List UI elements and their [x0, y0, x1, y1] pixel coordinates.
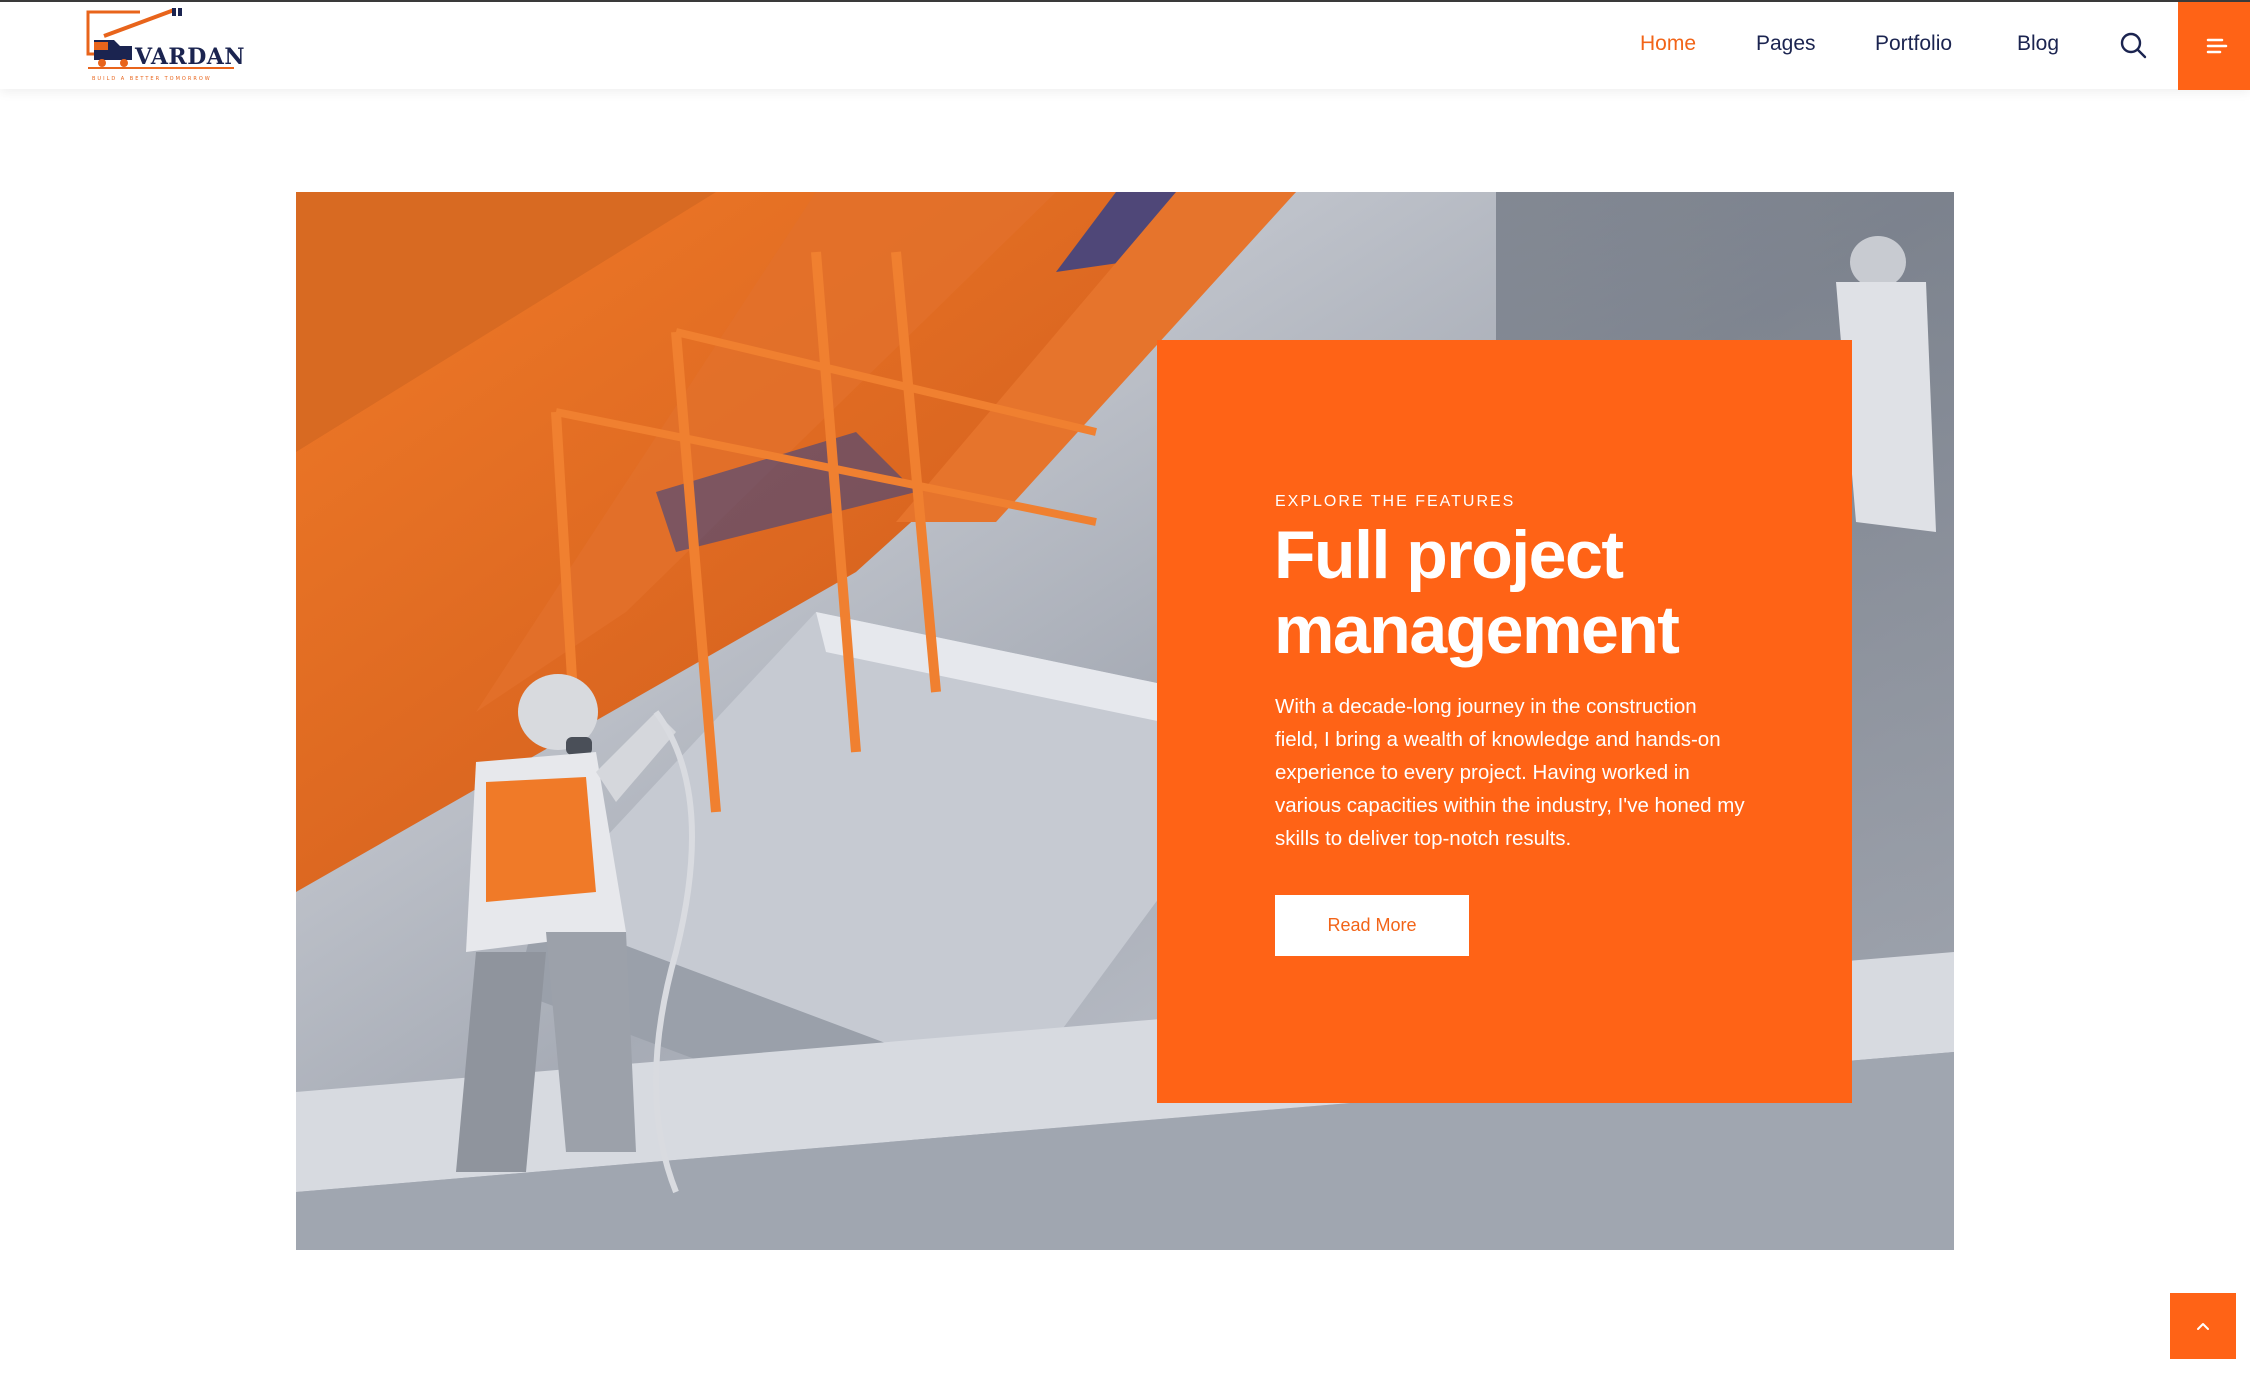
hamburger-menu-icon — [2206, 38, 2228, 54]
chevron-up-icon — [2197, 1323, 2209, 1330]
logo-wordmark: VARDAN — [135, 44, 245, 70]
feature-description: With a decade-long journey in the constr… — [1275, 695, 1745, 850]
nav-item-pages[interactable]: Pages — [1756, 32, 1816, 56]
logo-tagline: BUILD A BETTER TOMORROW — [92, 76, 212, 82]
search-icon — [2120, 32, 2147, 59]
site-header: VARDAN BUILD A BETTER TOMORROW Home Page… — [0, 0, 2250, 90]
search-button[interactable] — [2118, 30, 2148, 60]
feature-eyebrow: EXPLORE THE FEATURES — [1275, 493, 1516, 510]
vardan-logo[interactable]: VARDAN BUILD A BETTER TOMORROW — [84, 6, 244, 86]
nav-item-portfolio[interactable]: Portfolio — [1875, 32, 1952, 56]
nav-item-home[interactable]: Home — [1640, 32, 1696, 56]
nav-item-blog[interactable]: Blog — [2017, 32, 2059, 56]
feature-title: Full project management — [1274, 517, 1680, 668]
feature-card: EXPLORE THE FEATURES Full project manage… — [1157, 340, 1852, 1103]
menu-button[interactable] — [2178, 2, 2250, 90]
scroll-to-top-button[interactable] — [2170, 1293, 2236, 1359]
read-more-button[interactable]: Read More — [1275, 895, 1469, 956]
